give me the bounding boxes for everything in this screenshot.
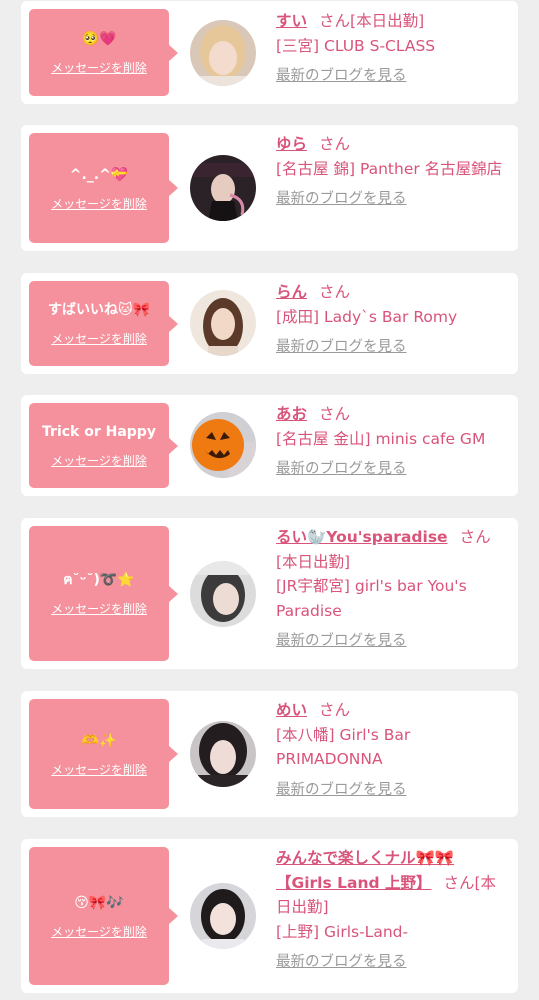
avatar[interactable]: [190, 155, 256, 221]
honorific: さん: [319, 405, 351, 423]
delete-message-link[interactable]: メッセージを削除: [51, 600, 147, 617]
shop-name: [成田] Lady`s Bar Romy: [276, 307, 458, 326]
entry-info: らん さん [成田] Lady`s Bar Romy 最新のブログを見る: [276, 280, 506, 360]
list-item: ^._.^💝 メッセージを削除 ゆら さん [名古屋 錦] Panther 名古屋…: [21, 125, 518, 251]
message-text: すばいいね🐱🎀: [47, 302, 151, 318]
work-status: [本日出勤]: [276, 552, 351, 571]
entry-info: めい さん [本八幡] Girl's Bar PRIMADONNA 最新のブログを…: [276, 698, 506, 802]
message-bubble: ^._.^💝 メッセージを削除: [29, 133, 178, 243]
delete-message-link[interactable]: メッセージを削除: [51, 195, 147, 212]
woman-portrait-icon: [190, 155, 256, 221]
shop-name: [名古屋 錦] Panther 名古屋錦店: [276, 159, 503, 178]
list-item: 🫶✨ メッセージを削除 めい さん [本八幡] Girl's Bar PRIMAD…: [21, 691, 518, 817]
message-text: 🥺💗: [81, 31, 117, 47]
delete-message-link[interactable]: メッセージを削除: [51, 330, 147, 347]
avatar[interactable]: [190, 412, 256, 478]
delete-message-link[interactable]: メッセージを削除: [51, 923, 147, 940]
honorific: さん: [319, 283, 351, 301]
message-text: 😚🎀🎶: [74, 894, 124, 911]
cast-name-link[interactable]: あお: [276, 405, 307, 423]
message-text: Trick or Happy: [42, 424, 156, 440]
entry-info: ゆら さん [名古屋 錦] Panther 名古屋錦店 最新のブログを見る: [276, 132, 506, 212]
message-bubble: 🥺💗 メッセージを削除: [29, 9, 178, 96]
message-bubble: 😚🎀🎶 メッセージを削除: [29, 847, 178, 985]
delete-message-link[interactable]: メッセージを削除: [51, 59, 147, 76]
latest-blog-link[interactable]: 最新のブログを見る: [276, 335, 407, 360]
cast-name-link[interactable]: るい🦭You'sparadise: [276, 528, 448, 546]
pumpkin-icon: [190, 412, 256, 478]
message-bubble: すばいいね🐱🎀 メッセージを削除: [29, 281, 178, 366]
message-text: 🫶✨: [81, 732, 117, 749]
honorific: さん: [319, 701, 351, 719]
avatar[interactable]: [190, 883, 256, 949]
shop-name: [上野] Girls-Land-: [276, 922, 409, 941]
cast-name-link[interactable]: すい: [276, 12, 307, 30]
woman-portrait-icon: [190, 721, 256, 787]
shop-name: [名古屋 金山] minis cafe GM: [276, 429, 486, 448]
entry-info: るい🦭You'sparadise さん [本日出勤] [JR宇都宮] girl's…: [276, 525, 506, 654]
latest-blog-link[interactable]: 最新のブログを見る: [276, 778, 407, 803]
delete-message-link[interactable]: メッセージを削除: [51, 761, 147, 778]
cast-name-link[interactable]: みんなで楽しくナル🎀🎀【Girls Land 上野】: [276, 849, 454, 892]
latest-blog-link[interactable]: 最新のブログを見る: [276, 629, 407, 654]
honorific: さん: [459, 528, 491, 546]
shop-name: [本八幡] Girl's Bar PRIMADONNA: [276, 725, 411, 769]
latest-blog-link[interactable]: 最新のブログを見る: [276, 64, 407, 89]
message-bubble: ฅ˘ᵕ˘)➰⭐ メッセージを削除: [29, 526, 178, 661]
woman-portrait-icon: [190, 883, 256, 949]
cast-name-link[interactable]: ゆら: [276, 135, 307, 153]
message-text: ^._.^💝: [69, 166, 129, 183]
woman-portrait-icon: [190, 290, 256, 356]
list-item: 😚🎀🎶 メッセージを削除 みんなで楽しくナル🎀🎀【Girls Land 上野】さ…: [21, 839, 518, 993]
message-bubble: Trick or Happy メッセージを削除: [29, 403, 178, 488]
message-list: 🥺💗 メッセージを削除 すい さん[本日出勤] [三宮] CLUB S-CLASS…: [0, 0, 539, 1000]
honorific: さん: [443, 873, 475, 892]
delete-message-link[interactable]: メッセージを削除: [51, 452, 147, 469]
list-item: Trick or Happy メッセージを削除 あお さん [名古屋 金山] mi…: [21, 395, 518, 496]
woman-portrait-icon: [190, 20, 256, 86]
woman-portrait-icon: [190, 561, 256, 627]
latest-blog-link[interactable]: 最新のブログを見る: [276, 457, 407, 482]
message-text: ฅ˘ᵕ˘)➰⭐: [63, 572, 135, 588]
shop-name: [JR宇都宮] girl's bar You's Paradise: [276, 577, 467, 620]
cast-name-link[interactable]: めい: [276, 701, 307, 719]
avatar[interactable]: [190, 721, 256, 787]
latest-blog-link[interactable]: 最新のブログを見る: [276, 187, 407, 212]
honorific: さん: [319, 135, 351, 153]
entry-info: あお さん [名古屋 金山] minis cafe GM 最新のブログを見る: [276, 402, 506, 482]
work-status: [本日出勤]: [350, 12, 425, 30]
avatar[interactable]: [190, 20, 256, 86]
entry-info: みんなで楽しくナル🎀🎀【Girls Land 上野】 さん[本日出勤] [上野] …: [276, 846, 506, 975]
shop-name: [三宮] CLUB S-CLASS: [276, 36, 436, 55]
cast-name-link[interactable]: らん: [276, 283, 307, 301]
message-bubble: 🫶✨ メッセージを削除: [29, 699, 178, 809]
entry-info: すい さん[本日出勤] [三宮] CLUB S-CLASS 最新のブログを見る: [276, 9, 506, 89]
honorific: さん: [319, 12, 351, 30]
latest-blog-link[interactable]: 最新のブログを見る: [276, 950, 407, 975]
list-item: すばいいね🐱🎀 メッセージを削除 らん さん [成田] Lady`s Bar Ro…: [21, 273, 518, 374]
avatar[interactable]: [190, 561, 256, 627]
list-item: 🥺💗 メッセージを削除 すい さん[本日出勤] [三宮] CLUB S-CLASS…: [21, 1, 518, 104]
list-item: ฅ˘ᵕ˘)➰⭐ メッセージを削除 るい🦭You'sparadise さん [本日出…: [21, 518, 518, 669]
avatar[interactable]: [190, 290, 256, 356]
